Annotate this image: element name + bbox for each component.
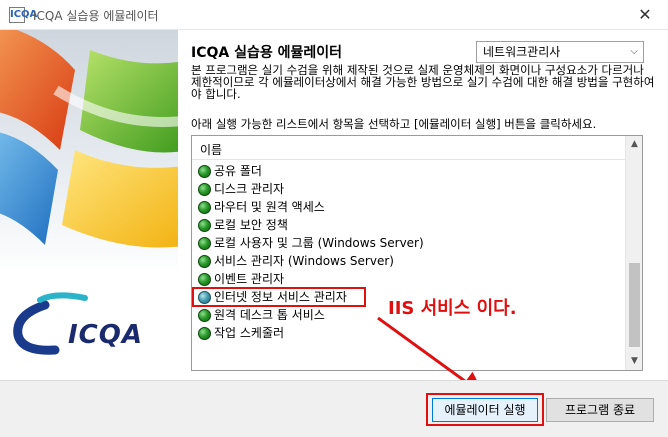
list-item[interactable]: 로컬 사용자 및 그룹 (Windows Server) [192,234,626,252]
status-dot-icon [198,200,211,214]
run-emulator-button[interactable]: 에뮬레이터 실행 [432,398,538,422]
page-title: ICQA 실습용 에뮬레이터 [191,45,343,61]
left-banner: ICQA [0,30,178,380]
mode-dropdown[interactable]: 네트워크관리사 ⌵ [476,41,644,63]
list-item-label: 로컬 사용자 및 그룹 (Windows Server) [214,236,424,250]
list-item[interactable]: 작업 스케줄러 [192,324,626,342]
list-item-label: 원격 데스크 톱 서비스 [214,308,325,322]
scroll-down-icon[interactable]: ▼ [626,353,642,370]
close-button[interactable]: ✕ [630,3,660,27]
list-item[interactable]: 라우터 및 원격 액세스 [192,198,626,216]
list-item[interactable]: 이벤트 관리자 [192,270,626,288]
icqa-logo-text: ICQA [68,320,143,350]
emulator-list[interactable]: 이름 공유 폴더 디스크 관리자 라우터 및 원격 액세스 로컬 보안 정책 로… [191,135,643,371]
list-scrollbar[interactable]: ▲ ▼ [625,136,642,370]
app-icon: ICQA [9,7,37,23]
list-item-label: 디스크 관리자 [214,182,285,196]
list-column-header[interactable]: 이름 [192,136,626,160]
list-item-label: 로컬 보안 정책 [214,218,288,232]
list-item[interactable]: 서비스 관리자 (Windows Server) [192,252,626,270]
list-item[interactable]: 공유 폴더 [192,162,626,180]
status-dot-icon [198,254,211,268]
scroll-up-icon[interactable]: ▲ [626,136,642,153]
description-text: 본 프로그램은 실기 수검을 위해 제작된 것으로 실제 운영체제의 화면이나 … [191,63,655,101]
chevron-down-icon: ⌵ [630,46,638,57]
list-item-label: 공유 폴더 [214,164,262,178]
list-item-label: 서비스 관리자 (Windows Server) [214,254,394,268]
exit-program-button[interactable]: 프로그램 종료 [546,398,654,422]
status-dot-icon [198,164,211,178]
selection-highlight-box [192,287,366,307]
list-item-label: 라우터 및 원격 액세스 [214,200,325,214]
list-item-label: 작업 스케줄러 [214,326,285,340]
status-dot-icon [198,272,211,286]
status-dot-icon [198,236,211,250]
scroll-thumb[interactable] [629,263,640,347]
title-bar: ICQA ICQA 실습용 에뮬레이터 ✕ [0,0,668,30]
status-dot-icon [198,326,211,340]
list-item-label: 이벤트 관리자 [214,272,285,286]
instruction-text: 아래 실행 가능한 리스트에서 항목을 선택하고 [에뮬레이터 실행] 버튼을 … [191,117,597,131]
window-title: ICQA 실습용 에뮬레이터 [33,9,159,23]
annotation-text: IIS 서비스 이다. [388,298,517,319]
status-dot-icon [198,182,211,196]
list-item[interactable]: 디스크 관리자 [192,180,626,198]
status-dot-icon [198,218,211,232]
list-item[interactable]: 로컬 보안 정책 [192,216,626,234]
status-dot-icon [198,308,211,322]
mode-dropdown-value: 네트워크관리사 [483,45,561,59]
